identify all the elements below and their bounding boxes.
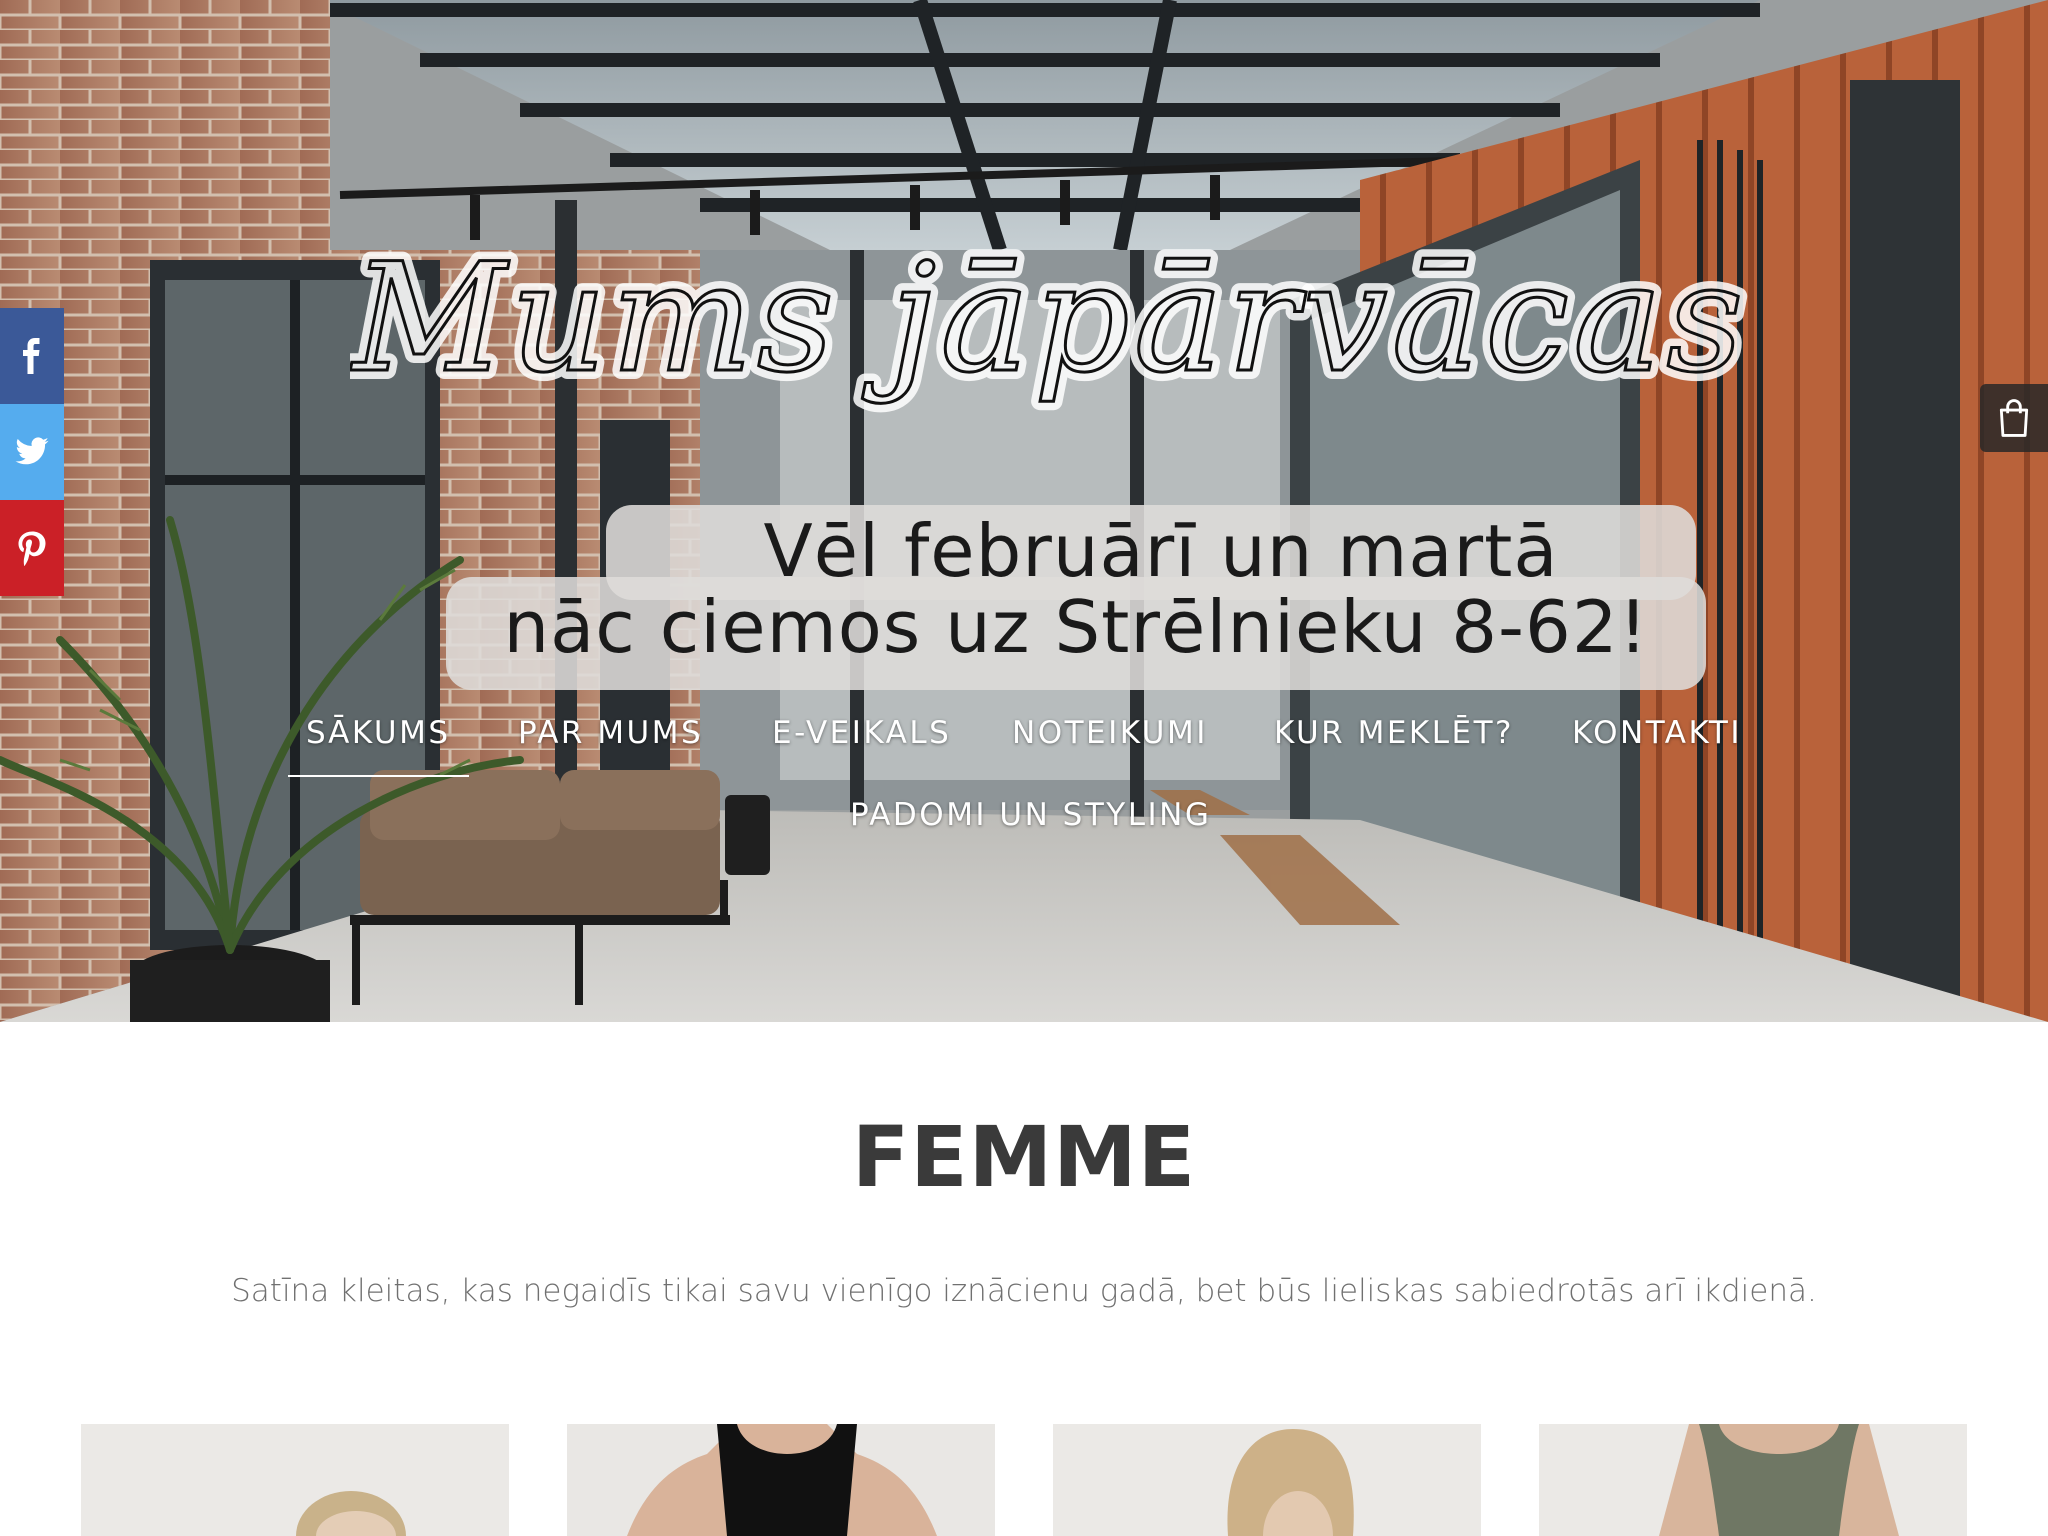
nav-item-par-mums[interactable]: PAR MUMS <box>518 715 703 751</box>
social-share-bar <box>0 308 64 596</box>
page-description: Satīna kleitas, kas negaidīs tikai savu … <box>231 1273 1817 1309</box>
facebook-icon <box>23 338 40 374</box>
product-image <box>1053 1424 1481 1536</box>
product-grid <box>0 1424 2048 1536</box>
product-card[interactable] <box>81 1424 509 1536</box>
nav-item-sakums[interactable]: SĀKUMS <box>288 715 468 777</box>
twitter-share-button[interactable] <box>0 404 64 500</box>
hero-banner: Mums jāpārvācas Mums jāpārvācas Vēl febr… <box>0 0 2048 1022</box>
pinterest-share-button[interactable] <box>0 500 64 596</box>
product-image <box>81 1424 509 1536</box>
twitter-icon <box>15 437 49 465</box>
announcement-banner: Vēl februārī un martā nāc ciemos uz Strē… <box>446 505 1706 690</box>
announcement-line-1: Vēl februārī un martā <box>763 509 1559 593</box>
product-card[interactable] <box>1053 1424 1481 1536</box>
nav-item-noteikumi[interactable]: NOTEIKUMI <box>1012 715 1208 751</box>
product-image <box>567 1424 995 1536</box>
product-image <box>1539 1424 1967 1536</box>
nav-item-e-veikals[interactable]: E-VEIKALS <box>772 715 951 751</box>
facebook-share-button[interactable] <box>0 308 64 404</box>
nav-item-kontakti[interactable]: KONTAKTI <box>1572 715 1742 751</box>
page-title: FEMME <box>851 1108 1197 1206</box>
nav-item-kur-meklet[interactable]: KUR MEKLĒT? <box>1274 715 1514 751</box>
product-card[interactable] <box>567 1424 995 1536</box>
product-card[interactable] <box>1539 1424 1967 1536</box>
pinterest-icon <box>18 531 46 566</box>
hero-script-title: Mums jāpārvācas Mums jāpārvācas <box>341 220 1753 520</box>
announcement-line-2: nāc ciemos uz Strēlnieku 8-62! <box>503 585 1649 669</box>
hero-script-title-text: Mums jāpārvācas <box>350 232 1747 406</box>
cart-button[interactable] <box>1980 384 2048 452</box>
nav-item-padomi-un-styling[interactable]: PADOMI UN STYLING <box>850 797 1211 833</box>
shopping-bag-icon <box>1999 399 2029 437</box>
